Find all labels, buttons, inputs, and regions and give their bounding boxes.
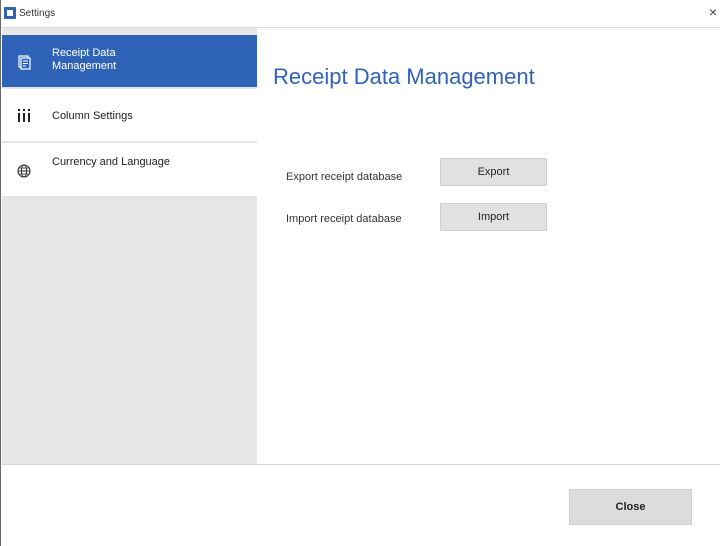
- main-panel: Receipt Data Management Export receipt d…: [257, 28, 720, 464]
- receipt-icon: [16, 54, 32, 70]
- export-label: Export receipt database: [286, 171, 403, 183]
- title-bar: Settings ×: [1, 0, 720, 28]
- globe-icon: [16, 163, 32, 179]
- close-button[interactable]: Close: [569, 489, 692, 525]
- page-title: Receipt Data Management: [273, 64, 535, 89]
- sidebar-item-currency-and-language[interactable]: Currency and Language: [2, 143, 257, 197]
- sidebar-item-label: Receipt Data Management: [52, 47, 117, 72]
- sidebar-item-receipt-data-management[interactable]: Receipt Data Management: [2, 35, 257, 88]
- footer: Close: [2, 464, 720, 546]
- settings-window: Settings × Receipt Data Management Colum…: [0, 0, 720, 546]
- export-button[interactable]: Export: [440, 158, 547, 186]
- window-title: Settings: [19, 8, 56, 19]
- app-icon: [4, 7, 16, 19]
- sidebar-item-label: Column Settings: [52, 110, 133, 122]
- sidebar: Receipt Data Management Column Settings: [2, 28, 257, 464]
- import-button[interactable]: Import: [440, 203, 547, 231]
- sidebar-item-label: Currency and Language: [52, 156, 171, 168]
- sidebar-item-column-settings[interactable]: Column Settings: [2, 89, 257, 142]
- close-icon[interactable]: ×: [707, 5, 719, 19]
- columns-icon: [16, 107, 32, 123]
- import-label: Import receipt database: [286, 213, 402, 225]
